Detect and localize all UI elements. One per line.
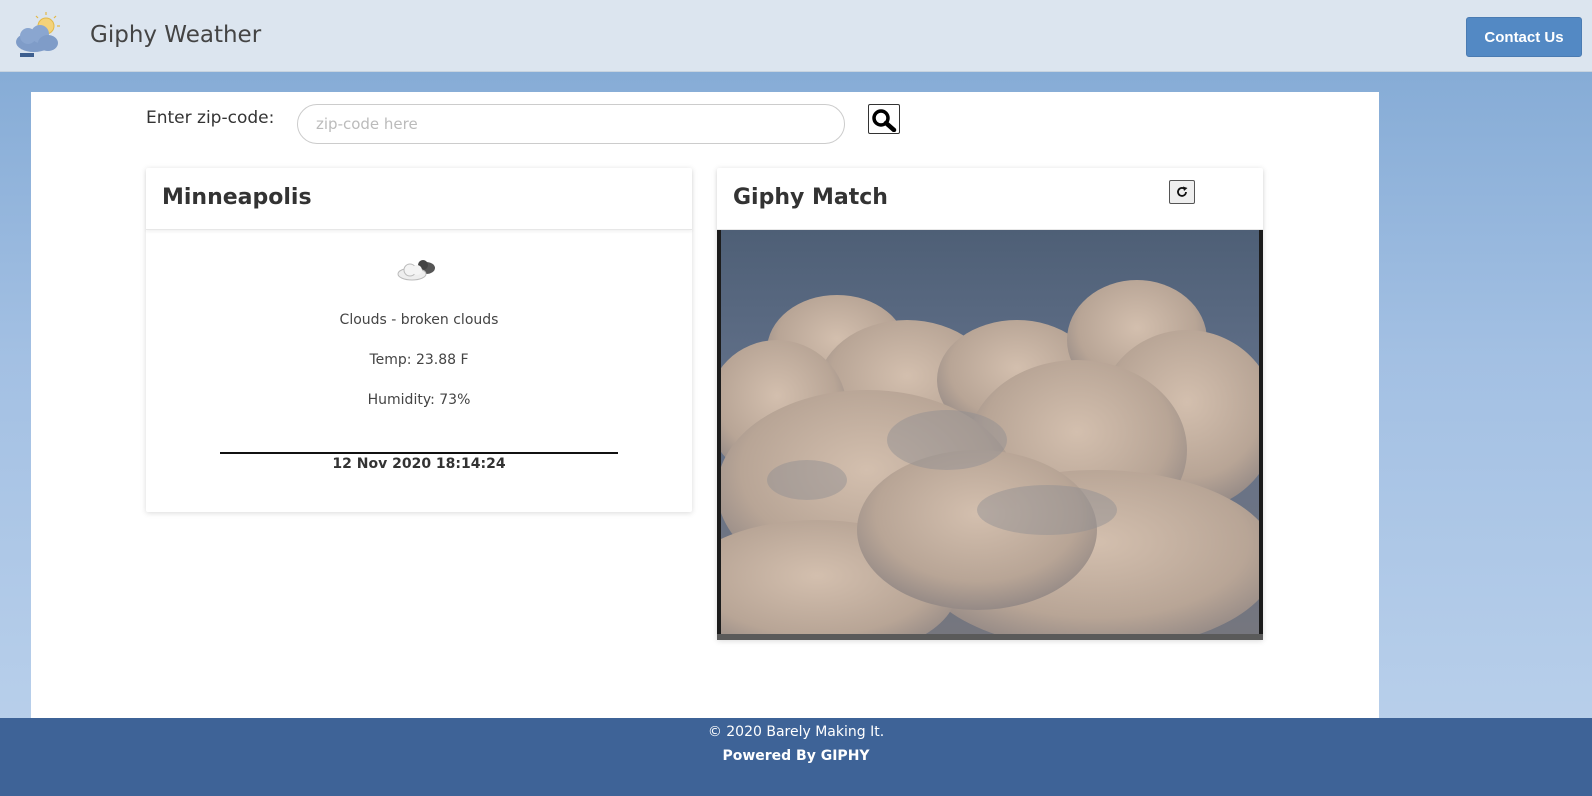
divider: [220, 452, 618, 454]
broken-clouds-icon: [396, 256, 440, 284]
humidity: Humidity: 73%: [367, 392, 471, 408]
copyright-text: © 2020 Barely Making It.: [707, 724, 885, 740]
contact-us-button[interactable]: Contact Us: [1466, 17, 1582, 57]
weather-card: Minneapolis Clouds - broken clouds Temp:…: [146, 168, 692, 512]
search-button[interactable]: [868, 104, 900, 134]
powered-by-text: Powered By GIPHY: [722, 748, 870, 764]
refresh-icon: [1170, 185, 1194, 199]
timestamp: 12 Nov 2020 18:14:24: [332, 456, 506, 472]
clouds-gif-image: [717, 230, 1263, 640]
search-icon: [869, 108, 899, 132]
refresh-button[interactable]: [1169, 180, 1195, 204]
weather-description: Clouds - broken clouds: [339, 312, 499, 328]
weather-card-header: Minneapolis: [146, 168, 692, 230]
cloud-sun-logo-icon[interactable]: [10, 10, 64, 62]
city-name: Minneapolis: [162, 185, 312, 210]
giphy-card: Giphy Match: [717, 168, 1263, 640]
giphy-card-header: Giphy Match: [717, 168, 1263, 230]
footer: © 2020 Barely Making It. Powered By GIPH…: [0, 718, 1592, 796]
giphy-card-title: Giphy Match: [733, 185, 888, 210]
zip-code-label: Enter zip-code:: [146, 108, 275, 128]
zip-code-input[interactable]: [297, 104, 845, 144]
temperature: Temp: 23.88 F: [369, 352, 469, 368]
brand-title[interactable]: Giphy Weather: [90, 22, 261, 48]
navbar: Giphy Weather Contact Us: [0, 0, 1592, 72]
